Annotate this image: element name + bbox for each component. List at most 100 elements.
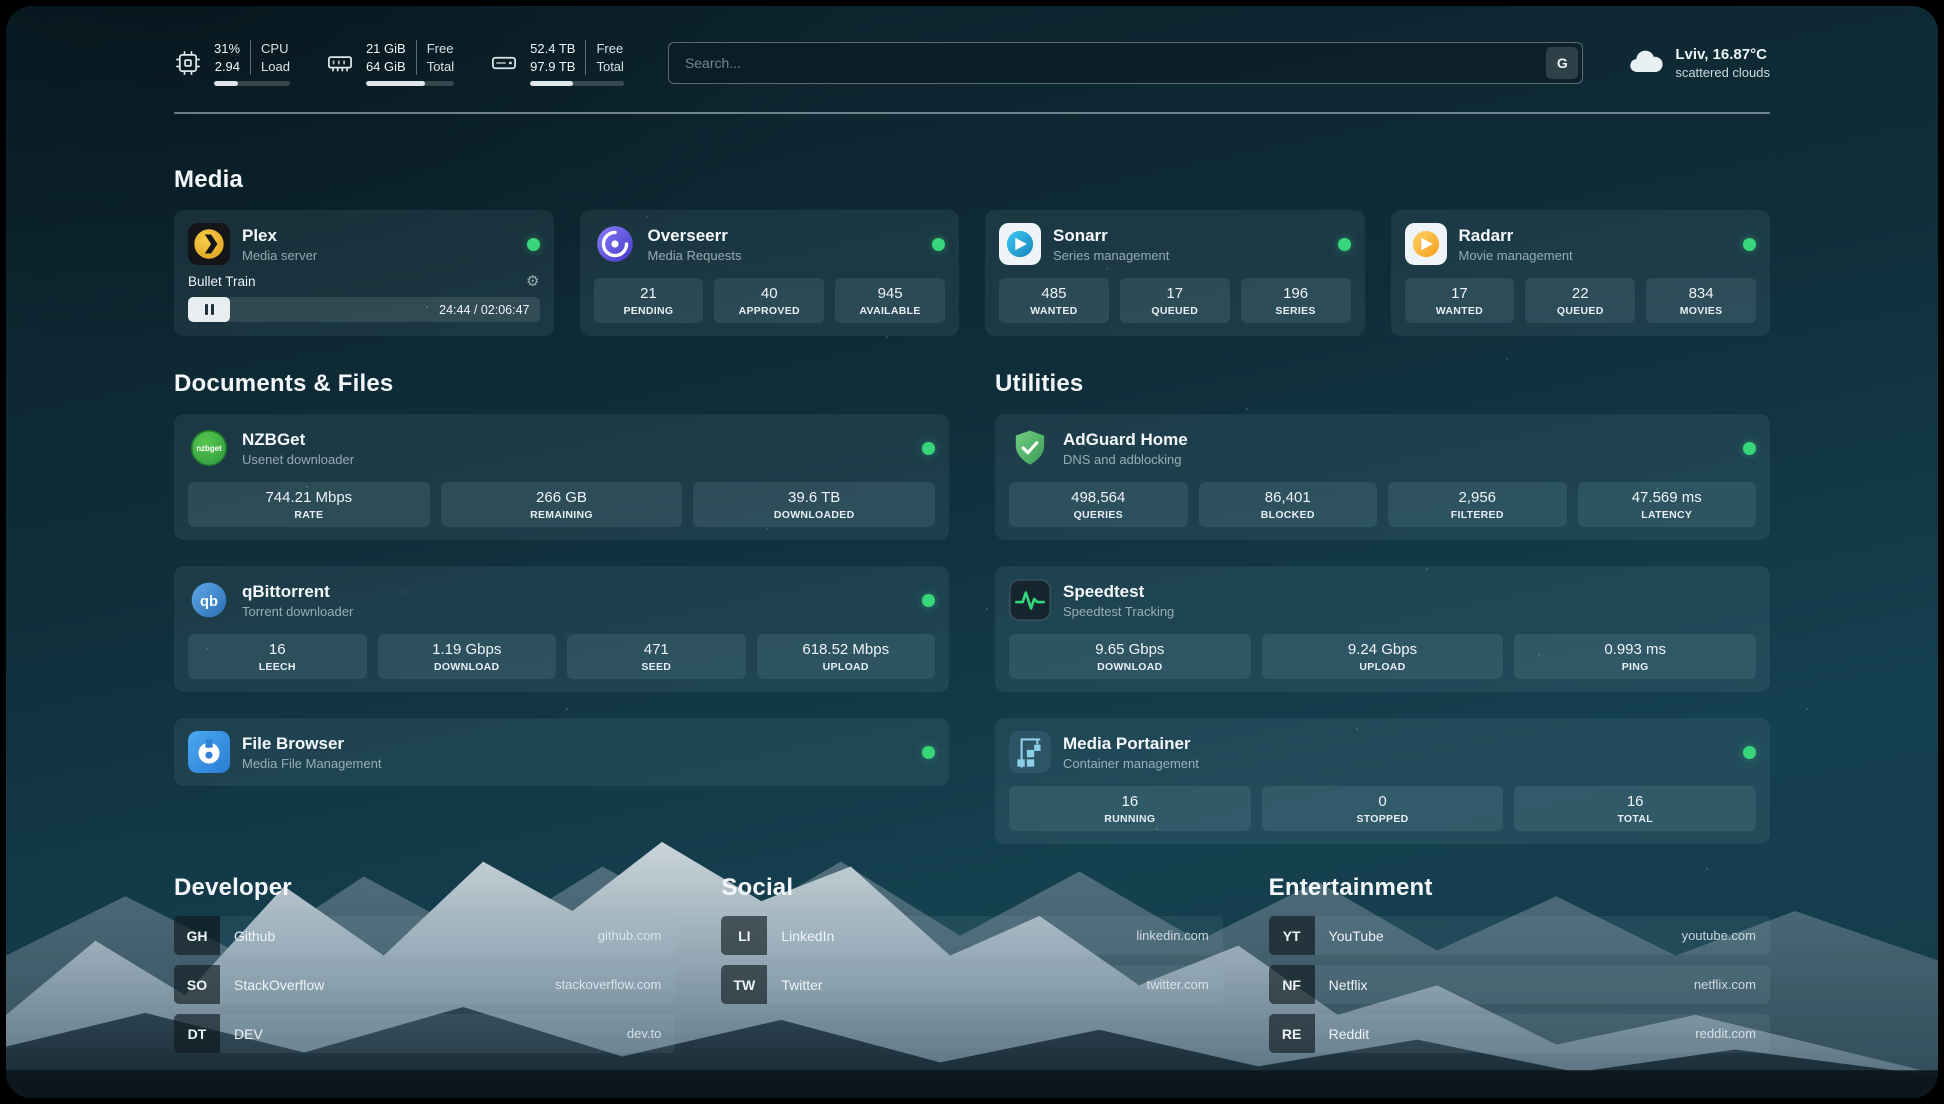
sonarr-stats: 485WANTED 17QUEUED 196SERIES	[999, 278, 1351, 323]
disk-total-label: Total	[596, 58, 623, 76]
section-title-developer: Developer	[174, 874, 675, 902]
stat-upload: 618.52 MbpsUPLOAD	[757, 634, 936, 679]
bookmark-name: LinkedIn	[781, 928, 834, 944]
status-online-indicator	[527, 238, 540, 251]
app-card-filebrowser[interactable]: File Browser Media File Management	[174, 718, 949, 786]
stat-wanted: 485WANTED	[999, 278, 1109, 323]
stat-available: 945AVAILABLE	[835, 278, 945, 323]
stat-filtered: 2,956FILTERED	[1388, 482, 1567, 527]
bookmark-linkedin[interactable]: LI LinkedIn linkedin.com	[721, 916, 1222, 955]
section-developer: Developer GH Github github.com SO StackO…	[174, 874, 675, 1053]
app-subtitle: Series management	[1053, 248, 1169, 263]
cpu-load-value: 2.94	[215, 58, 240, 76]
bookmark-github[interactable]: GH Github github.com	[174, 916, 675, 955]
app-card-adguard[interactable]: AdGuard Home DNS and adblocking 498,564Q…	[995, 414, 1770, 540]
plex-progress-bar[interactable]: 24:44 / 02:06:47	[188, 297, 540, 322]
app-subtitle: DNS and adblocking	[1063, 452, 1188, 467]
bookmark-stackoverflow[interactable]: SO StackOverflow stackoverflow.com	[174, 965, 675, 1004]
bookmark-url: youtube.com	[1682, 928, 1756, 943]
overseerr-icon	[594, 223, 636, 265]
disk-monitor: 52.4 TB 97.9 TB Free Total	[490, 40, 624, 86]
search-engine-button[interactable]: G	[1546, 47, 1578, 79]
weather-widget[interactable]: Lviv, 16.87°C scattered clouds	[1627, 45, 1770, 81]
app-card-radarr[interactable]: Radarr Movie management 17WANTED 22QUEUE…	[1391, 210, 1771, 336]
speedtest-icon	[1009, 579, 1051, 621]
bookmarks-row: Developer GH Github github.com SO StackO…	[174, 874, 1770, 1053]
stat-ping: 0.993 msPING	[1514, 634, 1756, 679]
app-name: File Browser	[242, 734, 381, 754]
memory-free-value: 21 GiB	[366, 40, 406, 58]
app-card-sonarr[interactable]: Sonarr Series management 485WANTED 17QUE…	[985, 210, 1365, 336]
status-online-indicator	[922, 442, 935, 455]
stat-download: 9.65 GbpsDOWNLOAD	[1009, 634, 1251, 679]
app-name: Radarr	[1459, 226, 1573, 246]
adguard-header: AdGuard Home DNS and adblocking	[1009, 427, 1756, 469]
memory-usage-bar	[366, 81, 454, 86]
bookmark-abbr: NF	[1269, 965, 1315, 1004]
cpu-load-label: Load	[261, 58, 290, 76]
app-subtitle: Media server	[242, 248, 317, 263]
cpu-usage-bar	[214, 81, 290, 86]
plex-meta: Plex Media server	[242, 226, 317, 263]
app-name: Speedtest	[1063, 582, 1174, 602]
app-card-nzbget[interactable]: nzbget NZBGet Usenet downloader 744.21 M…	[174, 414, 949, 540]
status-online-indicator	[1743, 442, 1756, 455]
bookmark-url: github.com	[598, 928, 662, 943]
memory-icon	[326, 49, 354, 77]
app-card-qbittorrent[interactable]: qb qBittorrent Torrent downloader 16LEEC…	[174, 566, 949, 692]
header: 31% 2.94 CPU Load	[174, 6, 1770, 86]
section-title-utilities: Utilities	[995, 370, 1770, 398]
app-subtitle: Movie management	[1459, 248, 1573, 263]
memory-total-value: 64 GiB	[366, 58, 406, 76]
bookmark-netflix[interactable]: NF Netflix netflix.com	[1269, 965, 1770, 1004]
gear-icon[interactable]: ⚙	[526, 274, 539, 289]
qbittorrent-header: qb qBittorrent Torrent downloader	[188, 579, 935, 621]
app-card-plex[interactable]: Plex Media server Bullet Train ⚙ 24:44	[174, 210, 554, 336]
search-bar: G	[668, 42, 1583, 84]
stat-total: 16TOTAL	[1514, 786, 1756, 831]
status-online-indicator	[1338, 238, 1351, 251]
stat-download: 1.19 GbpsDOWNLOAD	[378, 634, 557, 679]
section-title-media: Media	[174, 166, 1770, 194]
plex-progress-fill	[188, 297, 230, 322]
app-name: qBittorrent	[242, 582, 353, 602]
speedtest-header: Speedtest Speedtest Tracking	[1009, 579, 1756, 621]
stat-queued: 17QUEUED	[1120, 278, 1230, 323]
plex-header: Plex Media server	[188, 223, 540, 265]
filebrowser-meta: File Browser Media File Management	[242, 734, 381, 771]
bookmark-name: YouTube	[1329, 928, 1384, 944]
dashboard: 31% 2.94 CPU Load	[6, 6, 1938, 1098]
bookmark-reddit[interactable]: RE Reddit reddit.com	[1269, 1014, 1770, 1053]
app-name: Sonarr	[1053, 226, 1169, 246]
search-input[interactable]	[668, 42, 1583, 84]
disk-total-value: 97.9 TB	[530, 58, 575, 76]
stat-downloaded: 39.6 TBDOWNLOADED	[693, 482, 935, 527]
disk-readout: 52.4 TB 97.9 TB Free Total	[530, 40, 624, 86]
qbittorrent-meta: qBittorrent Torrent downloader	[242, 582, 353, 619]
bookmark-abbr: RE	[1269, 1014, 1315, 1053]
section-entertainment: Entertainment YT YouTube youtube.com NF …	[1269, 874, 1770, 1053]
cpu-usage-percent: 31%	[214, 40, 240, 58]
app-card-overseerr[interactable]: Overseerr Media Requests 21PENDING 40APP…	[580, 210, 960, 336]
bookmark-abbr: YT	[1269, 916, 1315, 955]
adguard-stats: 498,564QUERIES 86,401BLOCKED 2,956FILTER…	[1009, 482, 1756, 527]
app-name: Media Portainer	[1063, 734, 1199, 754]
bookmark-twitter[interactable]: TW Twitter twitter.com	[721, 965, 1222, 1004]
bookmark-dev[interactable]: DT DEV dev.to	[174, 1014, 675, 1053]
bookmark-name: StackOverflow	[234, 977, 324, 993]
status-online-indicator	[922, 594, 935, 607]
sonarr-header: Sonarr Series management	[999, 223, 1351, 265]
section-social: Social LI LinkedIn linkedin.com TW Twitt…	[721, 874, 1222, 1053]
plex-now-playing-row: Bullet Train ⚙	[188, 274, 540, 289]
status-online-indicator	[932, 238, 945, 251]
speedtest-meta: Speedtest Speedtest Tracking	[1063, 582, 1174, 619]
app-card-speedtest[interactable]: Speedtest Speedtest Tracking 9.65 GbpsDO…	[995, 566, 1770, 692]
memory-free-label: Free	[427, 40, 454, 58]
app-card-portainer[interactable]: Media Portainer Container management 16R…	[995, 718, 1770, 844]
bookmark-youtube[interactable]: YT YouTube youtube.com	[1269, 916, 1770, 955]
section-documents: Documents & Files nzbget NZBGet Usenet d…	[174, 370, 949, 844]
memory-total-label: Total	[427, 58, 454, 76]
stat-latency: 47.569 msLATENCY	[1578, 482, 1757, 527]
bookmark-url: twitter.com	[1147, 977, 1209, 992]
radarr-meta: Radarr Movie management	[1459, 226, 1573, 263]
